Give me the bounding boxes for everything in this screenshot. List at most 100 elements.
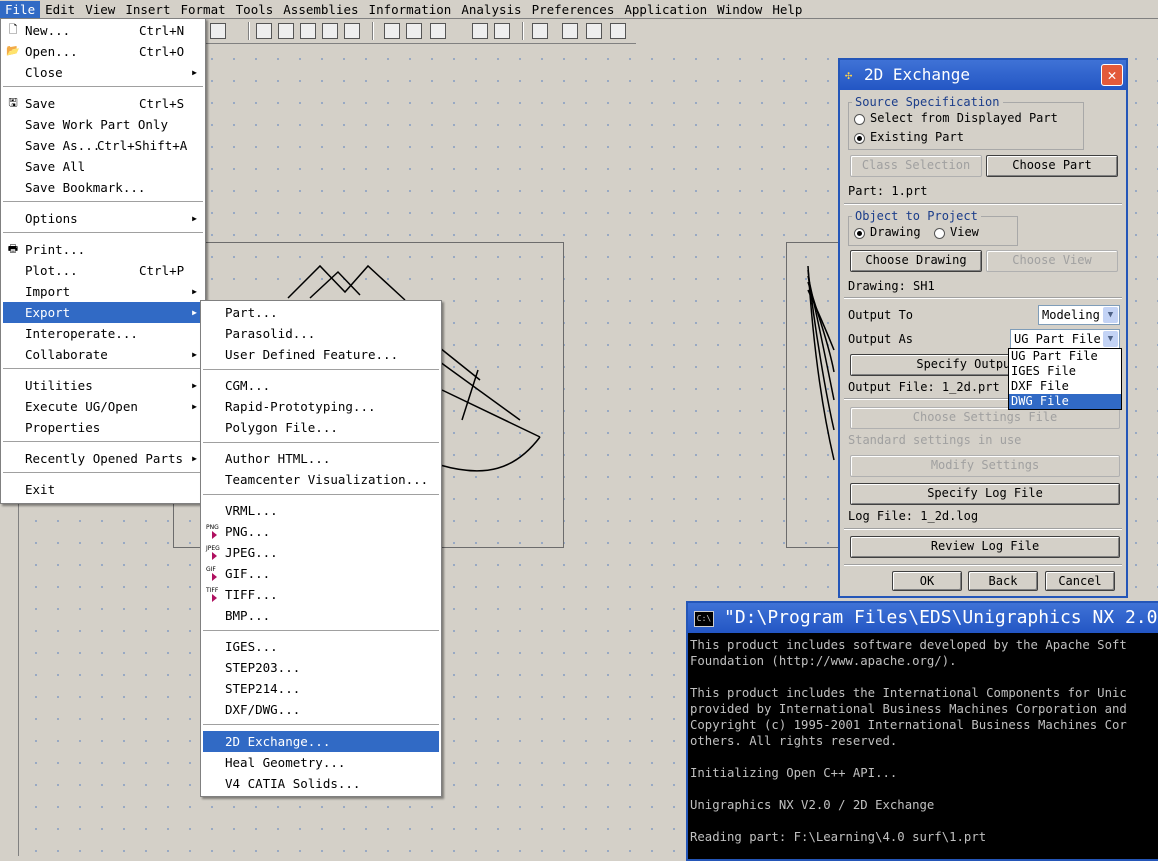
- console-line: Copyright (c) 1995-2001 International Bu…: [690, 718, 1127, 732]
- option-dwg-file[interactable]: DWG File: [1009, 394, 1121, 409]
- export-tiff[interactable]: TIFF TIFF...: [203, 584, 439, 605]
- file-menu-import[interactable]: Import ▶: [3, 281, 203, 302]
- radio-existing-part[interactable]: [854, 133, 865, 144]
- file-menu-export[interactable]: Export ▶: [3, 302, 203, 323]
- file-menu-utilities[interactable]: Utilities ▶: [3, 375, 203, 396]
- menu-separator: [3, 86, 203, 88]
- modify-settings-button[interactable]: Modify Settings: [850, 455, 1120, 477]
- console-line: Initializing Open C++ API...: [690, 766, 898, 780]
- export-heal-geometry[interactable]: Heal Geometry...: [203, 752, 439, 773]
- open-folder-icon: 📂: [6, 44, 20, 57]
- printer-icon: 🖶: [7, 242, 19, 255]
- chevron-down-icon[interactable]: ▼: [1103, 307, 1118, 323]
- choose-drawing-button[interactable]: Choose Drawing: [850, 250, 982, 272]
- file-menu-print[interactable]: 🖶 Print...: [3, 239, 203, 260]
- file-menu-open[interactable]: 📂 Open... Ctrl+O: [3, 41, 203, 62]
- file-menu-save-bookmark[interactable]: Save Bookmark...: [3, 177, 203, 198]
- divider: [844, 297, 1122, 299]
- export-author-html[interactable]: Author HTML...: [203, 448, 439, 469]
- file-menu-save-all[interactable]: Save All: [3, 156, 203, 177]
- file-menu-options[interactable]: Options ▶: [3, 208, 203, 229]
- submenu-arrow-icon: ▶: [192, 350, 197, 359]
- file-menu: 🗋 New... Ctrl+N 📂 Open... Ctrl+O Close ▶ 🖫 Sav…: [0, 18, 206, 504]
- radio-label-drawing: Drawing: [870, 225, 921, 239]
- submenu-arrow-icon: ▶: [192, 454, 197, 463]
- review-log-file-button[interactable]: Review Log File: [850, 536, 1120, 558]
- export-rapid-prototyping[interactable]: Rapid-Prototyping...: [203, 396, 439, 417]
- console-title: "D:\Program Files\EDS\Unigraphics NX 2.0: [724, 607, 1158, 628]
- export-parasolid[interactable]: Parasolid...: [203, 323, 439, 344]
- submenu-arrow-icon: ▶: [192, 68, 197, 77]
- log-file-info: Log File: 1_2d.log: [848, 509, 979, 523]
- back-button[interactable]: Back: [968, 571, 1038, 591]
- export-user-defined-feature[interactable]: User Defined Feature...: [203, 344, 439, 365]
- export-2d-exchange[interactable]: 2D Exchange...: [203, 731, 439, 752]
- export-polygon-file[interactable]: Polygon File...: [203, 417, 439, 438]
- export-part[interactable]: Part...: [203, 302, 439, 323]
- close-icon[interactable]: ✕: [1101, 64, 1123, 86]
- dialog-title: 2D Exchange: [864, 65, 970, 84]
- radio-select-displayed-part[interactable]: [854, 114, 865, 125]
- chevron-down-icon[interactable]: ▼: [1103, 331, 1118, 347]
- save-disk-icon: 🖫: [8, 96, 18, 109]
- file-menu-collaborate[interactable]: Collaborate ▶: [3, 344, 203, 365]
- menu-separator: [3, 368, 203, 370]
- option-ug-part-file[interactable]: UG Part File: [1009, 349, 1121, 364]
- file-menu-recently-opened-parts[interactable]: Recently Opened Parts ▶: [3, 448, 203, 469]
- console-window: C:\ "D:\Program Files\EDS\Unigraphics NX…: [686, 601, 1158, 861]
- console-line: others. All rights reserved.: [690, 734, 898, 748]
- new-document-icon: 🗋: [8, 23, 18, 36]
- source-specification-label: Source Specification: [852, 95, 1003, 109]
- export-iges[interactable]: IGES...: [203, 636, 439, 657]
- choose-part-button[interactable]: Choose Part: [986, 155, 1118, 177]
- radio-drawing[interactable]: [854, 228, 865, 239]
- export-step203[interactable]: STEP203...: [203, 657, 439, 678]
- gif-image-icon: GIF: [206, 566, 217, 581]
- file-menu-save-as[interactable]: Save As... Ctrl+Shift+A: [3, 135, 203, 156]
- output-as-select[interactable]: UG Part File ▼: [1010, 329, 1120, 349]
- file-menu-interoperate[interactable]: Interoperate...: [3, 323, 203, 344]
- file-menu-exit[interactable]: Exit: [3, 479, 203, 500]
- option-dxf-file[interactable]: DXF File: [1009, 379, 1121, 394]
- file-menu-close[interactable]: Close ▶: [3, 62, 203, 83]
- class-selection-button[interactable]: Class Selection: [850, 155, 982, 177]
- export-cgm[interactable]: CGM...: [203, 375, 439, 396]
- menu-separator: [203, 494, 439, 496]
- file-menu-execute-ug-open[interactable]: Execute UG/Open ▶: [3, 396, 203, 417]
- dialog-title-bar[interactable]: ✣ 2D Exchange: [840, 60, 1126, 90]
- export-png[interactable]: PNG PNG...: [203, 521, 439, 542]
- export-step214[interactable]: STEP214...: [203, 678, 439, 699]
- output-as-dropdown-list: UG Part File IGES File DXF File DWG File: [1008, 348, 1122, 410]
- cancel-button[interactable]: Cancel: [1045, 571, 1115, 591]
- specify-log-file-button[interactable]: Specify Log File: [850, 483, 1120, 505]
- choose-settings-file-button[interactable]: Choose Settings File: [850, 407, 1120, 429]
- file-menu-save-work-part-only[interactable]: Save Work Part Only: [3, 114, 203, 135]
- export-v4-catia-solids[interactable]: V4 CATIA Solids...: [203, 773, 439, 794]
- part-info: Part: 1.prt: [848, 184, 928, 198]
- console-line: Unigraphics NX V2.0 / 2D Exchange: [690, 798, 935, 812]
- export-gif[interactable]: GIF GIF...: [203, 563, 439, 584]
- export-dxf-dwg[interactable]: DXF/DWG...: [203, 699, 439, 720]
- file-menu-save[interactable]: 🖫 Save Ctrl+S: [3, 93, 203, 114]
- output-to-select[interactable]: Modeling ▼: [1038, 305, 1120, 325]
- divider: [844, 564, 1122, 566]
- export-vrml[interactable]: VRML...: [203, 500, 439, 521]
- menu-separator: [3, 441, 203, 443]
- output-as-label: Output As: [848, 332, 914, 346]
- file-menu-properties[interactable]: Properties: [3, 417, 203, 438]
- ok-button[interactable]: OK: [892, 571, 962, 591]
- divider: [844, 528, 1122, 530]
- choose-view-button[interactable]: Choose View: [986, 250, 1118, 272]
- radio-view[interactable]: [934, 228, 945, 239]
- export-teamcenter-visualization[interactable]: Teamcenter Visualization...: [203, 469, 439, 490]
- menu-separator: [203, 724, 439, 726]
- export-jpeg[interactable]: JPEG JPEG...: [203, 542, 439, 563]
- option-iges-file[interactable]: IGES File: [1009, 364, 1121, 379]
- file-menu-new[interactable]: 🗋 New... Ctrl+N: [3, 20, 203, 41]
- export-bmp[interactable]: BMP...: [203, 605, 439, 626]
- submenu-arrow-icon: ▶: [192, 381, 197, 390]
- console-line: This product includes software developed…: [690, 638, 1127, 652]
- file-menu-plot[interactable]: Plot... Ctrl+P: [3, 260, 203, 281]
- submenu-arrow-icon: ▶: [192, 402, 197, 411]
- console-title-bar[interactable]: C:\ "D:\Program Files\EDS\Unigraphics NX…: [688, 603, 1158, 633]
